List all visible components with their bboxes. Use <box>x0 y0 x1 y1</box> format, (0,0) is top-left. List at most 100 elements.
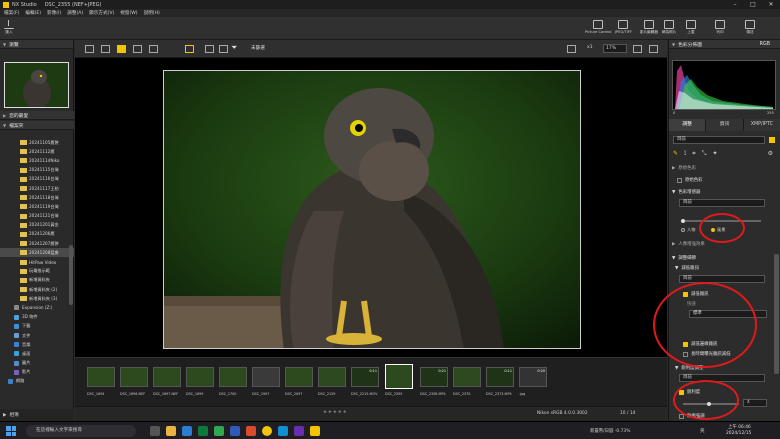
folder-item[interactable]: 20241119台灣 <box>0 202 74 211</box>
list-view-icon[interactable] <box>101 45 110 53</box>
histogram-mode-select[interactable]: RGB <box>760 42 770 47</box>
filter-select[interactable]: 未篩選 <box>251 45 265 53</box>
exchange-rate-widget[interactable]: 新臺幣/日圓 -0.73% <box>590 428 630 434</box>
rotate-left-icon[interactable] <box>205 45 214 53</box>
minimize-icon[interactable]: – <box>726 1 744 8</box>
split-view-icon[interactable] <box>149 45 158 53</box>
maximize-icon[interactable]: □ <box>744 1 762 8</box>
filmstrip-thumb[interactable] <box>252 367 280 387</box>
dropper-icon[interactable]: ⟟ <box>684 150 686 160</box>
menu-image[interactable]: 影像(I) <box>47 10 61 16</box>
menu-file[interactable]: 檔案(F) <box>4 10 19 16</box>
single-view-icon[interactable] <box>117 45 126 53</box>
clock-date[interactable]: 2024/12/15 <box>726 431 751 436</box>
section-header[interactable]: ▼ 色彩增感器 <box>669 188 773 196</box>
folder-item[interactable]: 20241115台灣 <box>0 166 74 175</box>
task-view-icon[interactable] <box>150 426 160 436</box>
rating-stars[interactable]: ★★★★★ <box>323 410 383 418</box>
preset-select[interactable]: 目前 <box>673 136 765 144</box>
folder-item[interactable]: 新增資料夾 (3) <box>0 294 74 303</box>
filmstrip-icon[interactable] <box>185 45 194 53</box>
zoom-out-icon[interactable] <box>633 45 642 53</box>
excel-icon[interactable] <box>198 426 208 436</box>
edge-icon[interactable] <box>278 426 288 436</box>
filmstrip-thumb[interactable] <box>120 367 148 387</box>
filmstrip-thumb[interactable] <box>153 367 181 387</box>
taskbar-search-input[interactable]: 在這裡輸入文字來搜尋 <box>26 425 136 437</box>
filmstrip-thumb[interactable]: 0:20 <box>519 367 547 387</box>
ime-indicator[interactable]: 英 <box>700 428 705 434</box>
mail-icon[interactable] <box>182 426 192 436</box>
folder-item[interactable]: 20241206鷹 <box>0 230 74 239</box>
filmstrip-thumb[interactable] <box>318 367 346 387</box>
folder-item[interactable]: 20241207鷹鷲 <box>0 239 74 248</box>
folder-item[interactable]: 20241105鷹鷲 <box>0 138 74 147</box>
filmstrip-thumb[interactable] <box>186 367 214 387</box>
system-item[interactable]: 桌面 <box>0 349 74 358</box>
nx-studio-taskbar-icon[interactable] <box>310 426 320 436</box>
filmstrip-thumb[interactable] <box>219 367 247 387</box>
filmstrip-thumb-video[interactable]: 0:11 <box>351 367 379 387</box>
filmstrip-thumb-video[interactable]: 0:11 <box>486 367 514 387</box>
slider-thumb[interactable] <box>681 219 685 223</box>
upload-button[interactable]: 上載 <box>686 20 696 35</box>
compare-view-icon[interactable] <box>133 45 142 53</box>
base-color-row[interactable]: 原始色彩 <box>669 176 773 184</box>
folder-item[interactable]: 20241201黃金 <box>0 221 74 230</box>
image-viewer[interactable] <box>75 58 667 357</box>
main-photo[interactable] <box>163 70 581 349</box>
system-item[interactable]: 文件 <box>0 331 74 340</box>
rotate-right-icon[interactable] <box>219 45 228 53</box>
tab-adjust[interactable]: 調整 <box>669 119 707 131</box>
retouch-icon[interactable]: ✦ <box>712 150 717 160</box>
file-explorer-icon[interactable] <box>166 426 176 436</box>
system-item[interactable]: 網路 <box>0 377 74 386</box>
system-item[interactable]: 3D 物件 <box>0 313 74 322</box>
histogram-header[interactable]: ▼ 色彩分佈圖 RGB <box>669 40 780 49</box>
menu-view[interactable]: 顯示方式(V) <box>89 10 114 16</box>
sharpen-value-input[interactable]: 4 <box>743 399 767 407</box>
album-bar[interactable]: ▶ 相簿 <box>0 409 74 421</box>
section-header[interactable]: ▶ 原始色彩 <box>669 164 773 172</box>
grid-view-icon[interactable] <box>85 45 94 53</box>
folder-item[interactable]: 新增資料夾 (2) <box>0 285 74 294</box>
send-button[interactable]: 傳送 <box>745 20 755 35</box>
menu-edit[interactable]: 編輯(E) <box>25 10 41 16</box>
section-header[interactable]: ▼ 減低雜訊 <box>669 264 773 272</box>
folder-item[interactable]: 20241112鷹 <box>0 147 74 156</box>
zoom-prefix[interactable]: x1 <box>587 45 593 50</box>
zoom-in-icon[interactable] <box>649 45 658 53</box>
filmstrip-thumb[interactable] <box>87 367 115 387</box>
drive-item[interactable]: Expansion (Z:) <box>0 303 74 312</box>
adjust-scrollbar[interactable] <box>774 254 779 374</box>
app-icon[interactable] <box>294 426 304 436</box>
system-item[interactable]: 下載 <box>0 322 74 331</box>
folder-item[interactable]: HitPaw Video <box>0 257 74 266</box>
close-icon[interactable]: ✕ <box>762 1 780 8</box>
system-item[interactable]: 音樂 <box>0 340 74 349</box>
filmstrip-thumb-video[interactable]: 0:21 <box>420 367 448 387</box>
import-button[interactable]: 匯入 <box>4 20 14 35</box>
straighten-icon[interactable]: ⤡ <box>702 150 707 160</box>
folder-item[interactable]: 20241116台灣 <box>0 175 74 184</box>
folder-item-selected[interactable]: 20241208猛禽 <box>0 248 74 258</box>
folder-item[interactable]: 20241114Niko <box>0 156 74 165</box>
gear-icon[interactable]: ⚙ <box>768 150 773 160</box>
tab-info[interactable]: 資訊 <box>706 119 744 131</box>
windows-start-icon[interactable] <box>6 426 16 436</box>
noise-preset-select[interactable]: 目前 <box>679 275 765 283</box>
menu-window[interactable]: 視窗(W) <box>120 10 137 16</box>
convert-button[interactable]: JPEG/TIFF <box>615 20 632 34</box>
line-icon[interactable] <box>214 426 224 436</box>
menu-help[interactable]: 說明(H) <box>144 10 160 16</box>
filmstrip-thumb[interactable] <box>285 367 313 387</box>
filter-icon[interactable]: ⏷ <box>231 44 240 53</box>
crop-icon[interactable]: ⌗ <box>692 150 695 160</box>
navigator-thumbnail[interactable] <box>4 62 69 108</box>
filmstrip-thumb[interactable] <box>453 367 481 387</box>
folder-item[interactable]: 20241121台灣 <box>0 212 74 221</box>
folder-item[interactable]: 玩電推示範 <box>0 267 74 276</box>
to-photo-button[interactable]: 轉為照片 <box>662 20 676 35</box>
word-icon[interactable] <box>230 426 240 436</box>
folder-item[interactable]: 新增資料夾 <box>0 276 74 285</box>
